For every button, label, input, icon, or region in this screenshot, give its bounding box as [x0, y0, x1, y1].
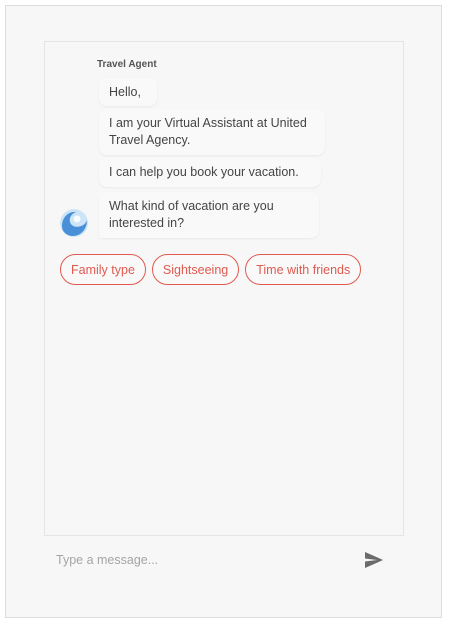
quick-replies: Family type Sightseeing Time with friend… — [60, 254, 362, 285]
sender-name: Travel Agent — [97, 59, 157, 70]
message-input[interactable] — [56, 549, 346, 571]
message-text: Hello, — [109, 85, 141, 99]
send-icon — [365, 552, 383, 568]
chat-window: Travel Agent Hello, I am your Virtual As… — [5, 5, 442, 618]
message-bubble: What kind of vacation are you interested… — [99, 192, 319, 238]
message-composer — [44, 541, 404, 581]
message-bubble: Hello, — [99, 78, 157, 106]
message-bubble: I am your Virtual Assistant at United Tr… — [99, 109, 325, 155]
message-text: What kind of vacation are you interested… — [109, 199, 274, 230]
message-text: I am your Virtual Assistant at United Tr… — [109, 116, 307, 147]
quick-reply-time-with-friends[interactable]: Time with friends — [245, 254, 362, 285]
quick-reply-sightseeing[interactable]: Sightseeing — [151, 254, 240, 285]
message-bubble: I can help you book your vacation. — [99, 158, 321, 187]
quick-reply-family-type[interactable]: Family type — [60, 254, 146, 285]
message-text: I can help you book your vacation. — [109, 165, 299, 179]
send-button[interactable] — [364, 551, 384, 569]
message-list[interactable]: Travel Agent Hello, I am your Virtual As… — [44, 41, 404, 536]
wave-logo-icon — [60, 209, 88, 237]
avatar — [59, 208, 89, 238]
